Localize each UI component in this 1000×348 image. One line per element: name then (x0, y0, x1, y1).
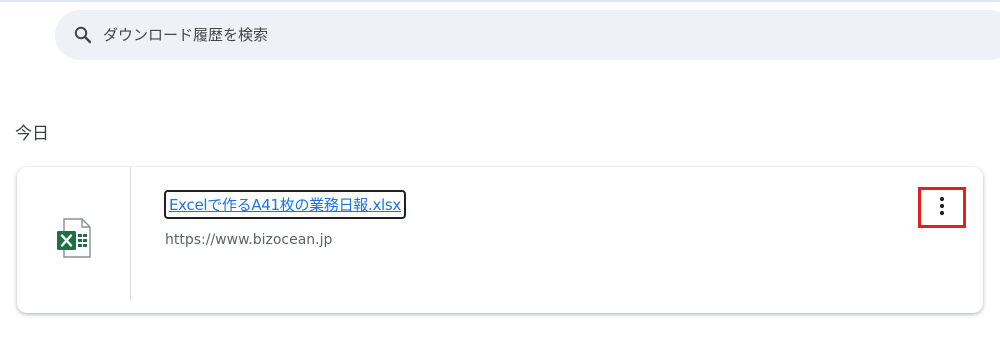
toolbar-divider (0, 0, 1000, 2)
search-input[interactable] (103, 20, 703, 50)
excel-file-icon (54, 215, 94, 265)
date-section-heading: 今日 (15, 124, 49, 144)
download-item-card: Excelで作るA41枚の業務日報.xlsx https://www.bizoc… (17, 167, 983, 313)
downloads-page: 今日 Excelで作るA41枚の業務日報.xlsx htt (0, 0, 1000, 348)
file-name-link[interactable]: Excelで作るA41枚の業務日報.xlsx (164, 190, 406, 219)
more-vert-icon (939, 196, 945, 220)
more-actions-button[interactable] (918, 187, 966, 228)
source-url: https://www.bizocean.jp (165, 232, 333, 248)
file-icon-area (17, 167, 130, 313)
search-icon (71, 23, 95, 47)
search-bar[interactable] (55, 10, 1000, 60)
card-divider (130, 167, 131, 300)
